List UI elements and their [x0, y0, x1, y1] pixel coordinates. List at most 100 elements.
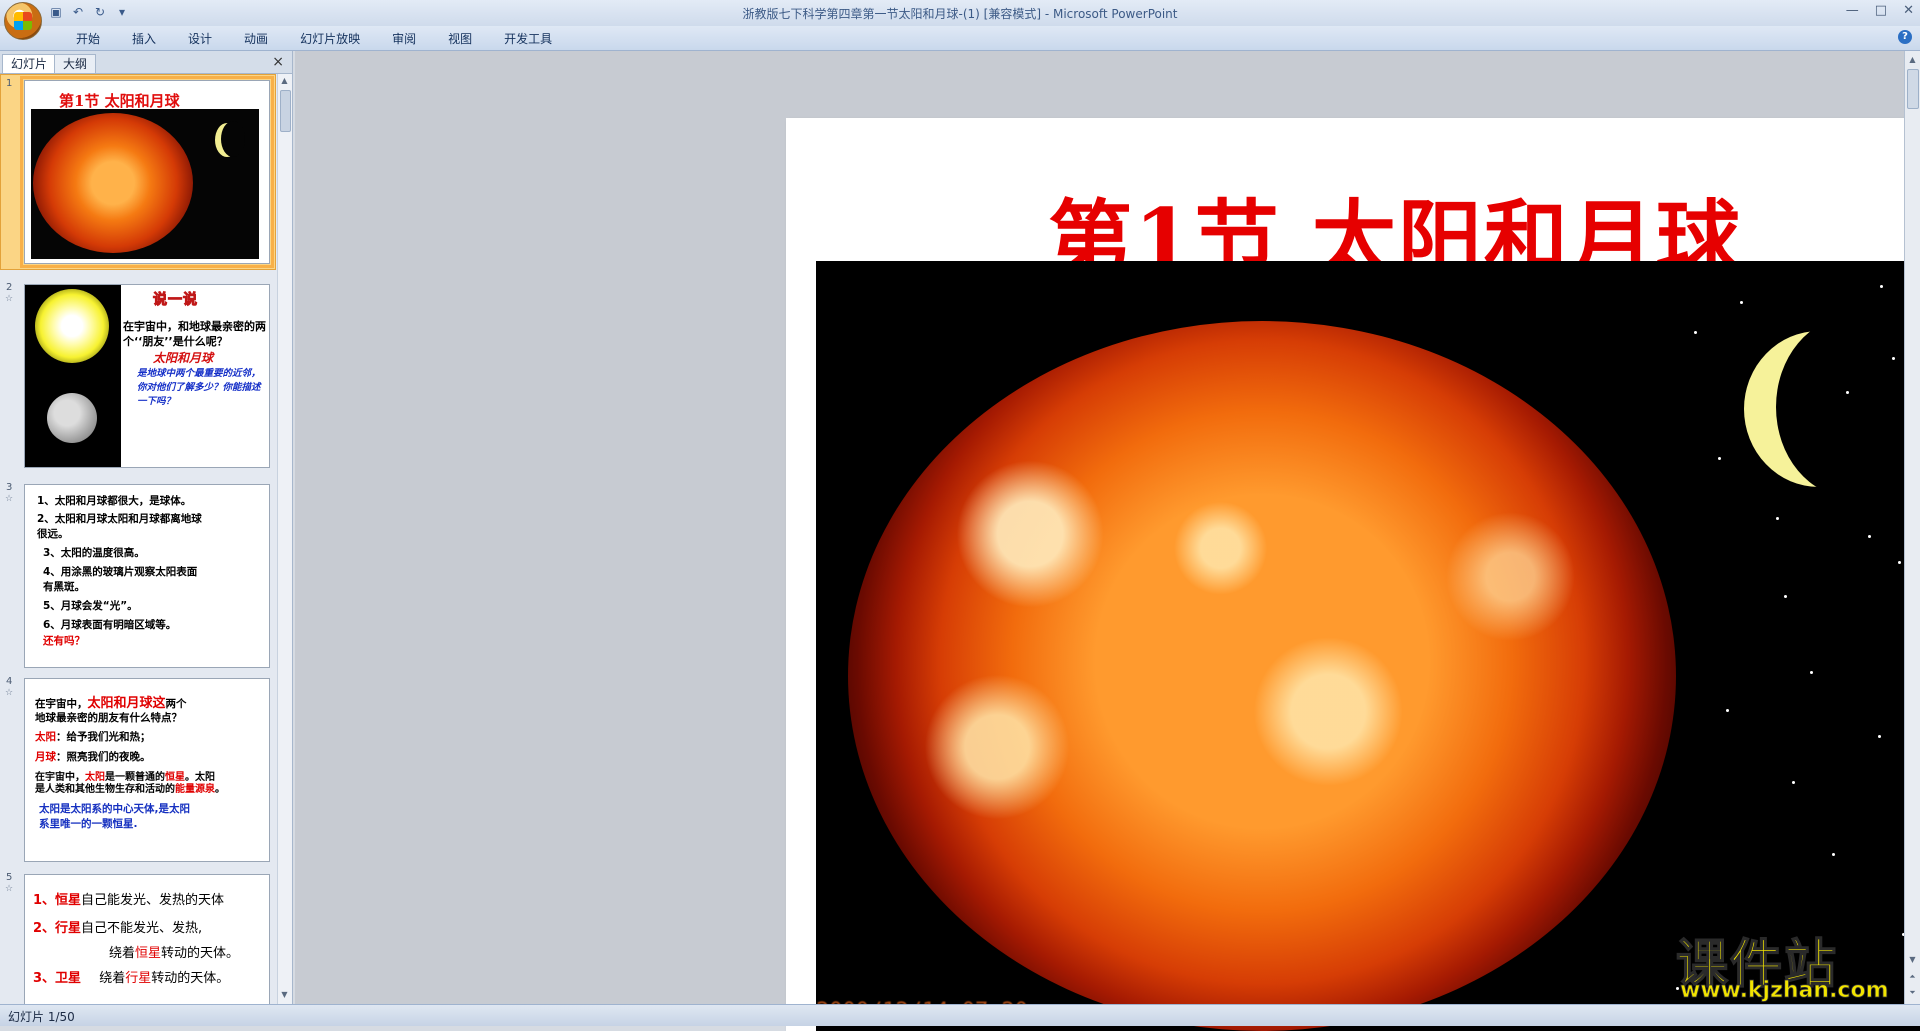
scroll-thumb[interactable] — [280, 90, 291, 132]
moon-shadow — [1776, 317, 1920, 497]
moon-image — [215, 121, 245, 157]
slide-number: 2 — [6, 282, 13, 293]
thumb-canvas: 第1节 太阳和月球 — [20, 76, 274, 268]
slide-thumb-1[interactable]: 1 第1节 太阳和月球 — [0, 74, 276, 270]
text-run: 在宇宙中， — [35, 698, 88, 710]
animation-star-icon: ☆ — [5, 494, 14, 504]
panel-close-icon[interactable]: × — [272, 54, 284, 70]
slide-number: 3 — [6, 482, 13, 493]
sun-moon-photo — [25, 285, 121, 467]
list-line: 有黑斑。 — [43, 581, 85, 593]
scroll-down-icon[interactable]: ▼ — [280, 990, 289, 1002]
text-line: 在宇宙中，太阳和月球这两个 — [35, 697, 187, 711]
text-run: 3、卫星 — [33, 971, 82, 986]
star — [1718, 457, 1721, 460]
slide-thumb-5[interactable]: 5 ☆ 1、恒星自己能发光、发热的天体 2、行星自己不能发光、发热, 绕着恒星转… — [4, 872, 270, 1004]
maximize-icon[interactable]: □ — [1875, 3, 1887, 18]
text-run: ：照亮我们的夜晚。 — [56, 751, 151, 763]
list-line: 还有吗？ — [43, 635, 85, 647]
watermark-logo: 课件站 www.kjzhan.com — [1670, 922, 1910, 1004]
tab-slideshow[interactable]: 幻灯片放映 — [284, 30, 376, 48]
slide-number: 4 — [6, 676, 13, 687]
close-icon[interactable]: ✕ — [1903, 3, 1914, 18]
thumb-canvas: 1、恒星自己能发光、发热的天体 2、行星自己不能发光、发热, 绕着恒星转动的天体… — [24, 874, 270, 1004]
text-line: 是人类和其他生物生存和活动的能量源泉。 — [35, 783, 225, 796]
scroll-up-icon[interactable]: ▲ — [280, 76, 289, 88]
text-run: 太阳 — [35, 731, 56, 743]
tab-developer[interactable]: 开发工具 — [488, 30, 568, 48]
text-run: 是一颗普通的 — [105, 772, 165, 783]
editor-scrollbar[interactable]: ▲ ▼ ⏶ ⏷ — [1904, 51, 1920, 1004]
window-title: 浙教版七下科学第四章第一节太阳和月球-(1) [兼容模式] - Microsof… — [742, 7, 1178, 21]
slide-counter: 幻灯片 1/50 — [8, 1010, 75, 1024]
ribbon-tabs: 开始 插入 设计 动画 幻灯片放映 审阅 视图 开发工具 — [60, 30, 568, 48]
animation-star-icon: ☆ — [5, 294, 14, 304]
star — [1810, 671, 1813, 674]
ribbon: 开始 插入 设计 动画 幻灯片放映 审阅 视图 开发工具 ? — [0, 26, 1920, 51]
text-line: 2、行星自己不能发光、发热, — [33, 921, 202, 937]
text-line: 3、卫星 绕着行星转动的天体。 — [33, 971, 229, 987]
list-line: 4、用涂黑的玻璃片观察太阳表面 — [43, 566, 198, 578]
panel-tabs: 幻灯片 大纲 × — [0, 51, 292, 74]
slides-panel: 幻灯片 大纲 × 1 第1节 太阳和月球 2 ☆ 说一说 在宇宙中，和地球最亲密… — [0, 51, 293, 1004]
star — [1892, 357, 1895, 360]
title-bar: ▣ ↶ ↻ ▾ 浙教版七下科学第四章第一节太阳和月球-(1) [兼容模式] - … — [0, 0, 1920, 40]
list-line: 6、月球表面有明暗区域等。 — [43, 619, 177, 631]
text-run: 是人类和其他生物生存和活动的 — [35, 784, 175, 795]
star — [1898, 561, 1901, 564]
scroll-up-icon[interactable]: ▲ — [1908, 55, 1917, 64]
text-run: 月球 — [35, 751, 56, 763]
tab-design[interactable]: 设计 — [172, 30, 228, 48]
list-line: 5、月球会发“光”。 — [43, 600, 138, 612]
text-run: 能量源泉 — [175, 784, 215, 795]
sun-moon-photo[interactable]: 2000/12/14 07:20 — [816, 261, 1920, 1031]
help-icon[interactable]: ? — [1898, 30, 1912, 44]
thumb-canvas: 1、太阳和月球都很大，是球体。 2、太阳和月球太阳和月球都离地球 很远。 3、太… — [24, 484, 270, 668]
description-text: 是地球中两个最重要的近邻，你对他们了解多少？你能描述一下吗？ — [137, 368, 261, 407]
minimize-icon[interactable]: — — [1846, 3, 1859, 18]
text-run: 自己不能发光、发热, — [81, 921, 203, 936]
slide-thumbnails: 1 第1节 太阳和月球 2 ☆ 说一说 在宇宙中，和地球最亲密的两个‘‘朋友’’… — [0, 74, 278, 1004]
text-line: 月球：照亮我们的夜晚。 — [35, 751, 151, 764]
thumbnails-scrollbar[interactable]: ▲ ▼ — [277, 74, 292, 1004]
text-run: 1、恒星 — [33, 893, 82, 908]
text-run: 行星 — [125, 971, 152, 986]
list-line: 很远。 — [37, 528, 69, 540]
text-run: 太阳和月球这 — [87, 696, 166, 711]
text-run: 太阳 — [85, 772, 105, 783]
sun-image — [33, 113, 193, 253]
tab-animations[interactable]: 动画 — [228, 30, 284, 48]
text-run: 绕着 — [99, 971, 126, 986]
tab-home[interactable]: 开始 — [60, 30, 116, 48]
text-run: 自己能发光、发热的天体 — [81, 893, 225, 908]
scroll-thumb[interactable] — [1907, 69, 1919, 109]
sun-image — [848, 321, 1676, 1031]
slide-thumb-3[interactable]: 3 ☆ 1、太阳和月球都很大，是球体。 2、太阳和月球太阳和月球都离地球 很远。… — [4, 482, 270, 668]
text-run: 恒星 — [165, 772, 185, 783]
text-line: 绕着恒星转动的天体。 — [109, 946, 239, 962]
list-line: 1、太阳和月球都很大，是球体。 — [37, 495, 192, 507]
text-run: 。太阳 — [185, 772, 215, 783]
star — [1694, 331, 1697, 334]
window-controls: — □ ✕ — [1846, 3, 1914, 18]
office-button[interactable] — [4, 2, 42, 40]
say-heading: 说一说 — [153, 292, 198, 309]
text-run: 。 — [215, 784, 225, 795]
text-run: 在宇宙中， — [35, 772, 85, 783]
current-slide[interactable]: 第1节 太阳和月球 — [786, 118, 1920, 1031]
moon-image — [47, 393, 97, 443]
star — [1792, 781, 1795, 784]
tab-outline[interactable]: 大纲 — [54, 54, 97, 73]
tab-slides[interactable]: 幻灯片 — [2, 54, 57, 73]
slide-thumb-2[interactable]: 2 ☆ 说一说 在宇宙中，和地球最亲密的两个‘‘朋友’’是什么呢？ 太阳和月球 … — [4, 282, 270, 468]
tab-insert[interactable]: 插入 — [116, 30, 172, 48]
slide-thumb-4[interactable]: 4 ☆ 在宇宙中，太阳和月球这两个 地球最亲密的朋友有什么特点？ 太阳：给予我们… — [4, 676, 270, 862]
star — [1776, 517, 1779, 520]
tab-view[interactable]: 视图 — [432, 30, 488, 48]
tab-review[interactable]: 审阅 — [376, 30, 432, 48]
answer-text: 太阳和月球 — [153, 351, 214, 365]
text-line: 地球最亲密的朋友有什么特点？ — [35, 712, 182, 724]
star — [1784, 595, 1787, 598]
slide-number: 5 — [6, 872, 13, 883]
text-run: 转动的天体。 — [161, 946, 240, 961]
